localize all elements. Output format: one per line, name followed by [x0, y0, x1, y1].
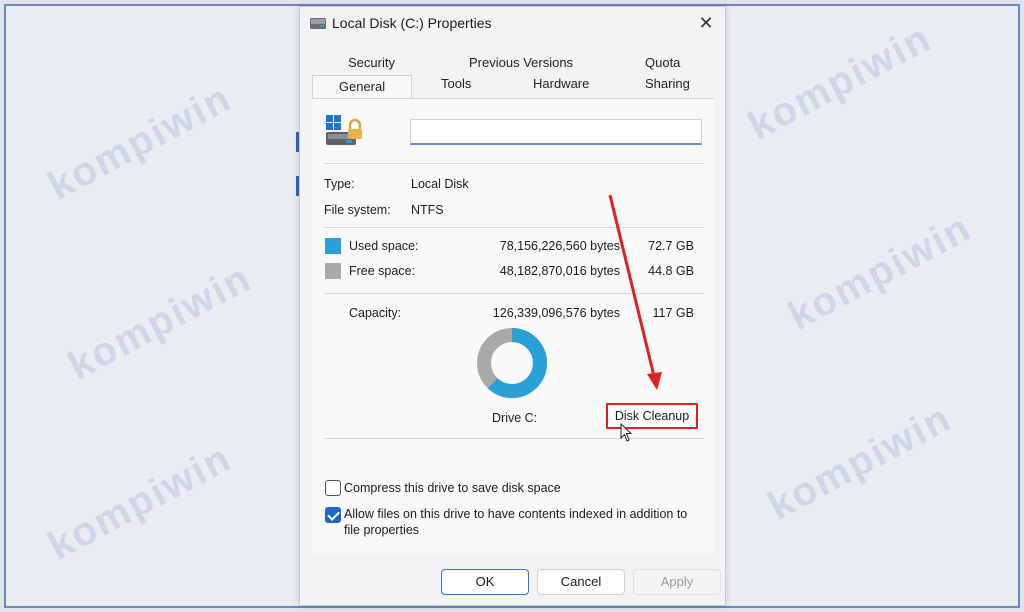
ok-button[interactable]: OK	[441, 569, 529, 595]
used-space-label: Used space:	[349, 239, 419, 253]
properties-dialog: Local Disk (C:) Properties ✕ Security Pr…	[299, 6, 726, 606]
file-system-value: NTFS	[411, 203, 444, 217]
free-space-label: Free space:	[349, 264, 416, 278]
free-space-swatch	[325, 263, 341, 279]
disk-usage-donut	[477, 328, 547, 398]
dialog-title: Local Disk (C:) Properties	[332, 15, 492, 31]
mouse-cursor-icon	[620, 423, 633, 442]
tab-tools[interactable]: Tools	[441, 76, 471, 91]
tab-sharing[interactable]: Sharing	[645, 76, 690, 91]
drive-icon	[310, 18, 326, 29]
capacity-bytes: 126,339,096,576 bytes	[492, 306, 620, 320]
compress-label: Compress this drive to save disk space	[344, 481, 561, 495]
free-space-bytes: 48,182,870,016 bytes	[499, 264, 620, 278]
compress-checkbox[interactable]	[325, 480, 341, 496]
type-label: Type:	[324, 177, 355, 191]
file-system-label: File system:	[324, 203, 391, 217]
tab-general[interactable]: General	[312, 75, 412, 99]
index-label-line1: Allow files on this drive to have conten…	[344, 507, 688, 521]
free-space-size: 44.8 GB	[648, 264, 694, 278]
tab-previous-versions[interactable]: Previous Versions	[469, 55, 573, 70]
type-value: Local Disk	[411, 177, 469, 191]
divider	[324, 293, 704, 294]
used-space-bytes: 78,156,226,560 bytes	[499, 239, 620, 253]
used-space-size: 72.7 GB	[648, 239, 694, 253]
drive-label: Drive C:	[492, 411, 538, 425]
capacity-size: 117 GB	[652, 306, 694, 320]
index-label-line2: file properties	[344, 523, 420, 537]
title-bar[interactable]: Local Disk (C:) Properties ✕	[300, 7, 725, 39]
apply-button[interactable]: Apply	[633, 569, 721, 595]
close-button[interactable]: ✕	[693, 12, 719, 34]
general-panel: Type: Local Disk File system: NTFS Used …	[312, 99, 714, 555]
tab-quota[interactable]: Quota	[645, 55, 680, 70]
tab-hardware[interactable]: Hardware	[533, 76, 589, 91]
capacity-label: Capacity:	[349, 306, 402, 320]
tab-security[interactable]: Security	[348, 55, 395, 70]
used-space-swatch	[325, 238, 341, 254]
divider	[324, 227, 704, 228]
drive-name-input[interactable]	[410, 119, 702, 145]
divider	[324, 438, 704, 439]
drive-lock-icon	[326, 115, 362, 145]
index-checkbox[interactable]	[325, 507, 341, 523]
cancel-button[interactable]: Cancel	[537, 569, 625, 595]
divider	[324, 163, 704, 164]
